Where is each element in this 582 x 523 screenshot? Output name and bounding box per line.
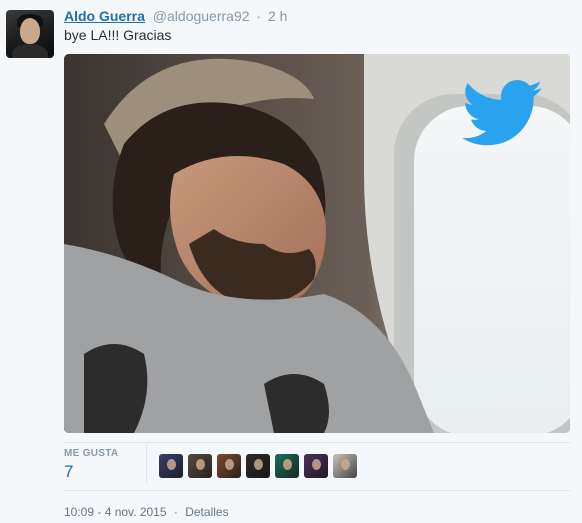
header-separator: · — [256, 8, 262, 24]
tweet-media-photo[interactable] — [64, 54, 570, 433]
liker-face — [196, 459, 205, 470]
author-avatar[interactable] — [6, 10, 54, 58]
liker-avatar-1[interactable] — [159, 454, 183, 478]
liker-avatar-7[interactable] — [333, 454, 357, 478]
stats-bottom-divider — [64, 490, 570, 491]
liker-avatar-5[interactable] — [275, 454, 299, 478]
twitter-bird-icon — [462, 80, 543, 146]
tweet-relative-time[interactable]: 2 h — [268, 8, 287, 24]
liker-avatar-2[interactable] — [188, 454, 212, 478]
tweet-header: Aldo Guerra @aldoguerra92 · 2 h — [64, 8, 287, 26]
liker-face — [254, 459, 263, 470]
author-name[interactable]: Aldo Guerra — [64, 8, 145, 24]
tweet-text: bye LA!!! Gracias — [64, 27, 172, 43]
avatar-shirt — [12, 44, 48, 58]
liker-face — [283, 459, 292, 470]
details-link[interactable]: Detalles — [185, 505, 228, 519]
liker-face — [225, 459, 234, 470]
footer-separator: · — [173, 505, 178, 519]
liker-face — [167, 459, 176, 470]
likes-count[interactable]: 7 — [64, 462, 134, 482]
liker-face — [341, 459, 350, 470]
tweet-footer: 10:09 - 4 nov. 2015 · Detalles — [64, 505, 229, 519]
liker-avatar-3[interactable] — [217, 454, 241, 478]
liker-avatar-6[interactable] — [304, 454, 328, 478]
liker-avatar-4[interactable] — [246, 454, 270, 478]
stats-vertical-divider — [146, 444, 147, 484]
avatar-face — [20, 18, 40, 44]
tweet-timestamp[interactable]: 10:09 - 4 nov. 2015 — [64, 505, 167, 519]
liker-face — [312, 459, 321, 470]
likes-stat[interactable]: ME GUSTA 7 — [64, 448, 134, 482]
stats-top-divider — [64, 442, 570, 443]
author-handle[interactable]: @aldoguerra92 — [153, 8, 250, 24]
likes-label: ME GUSTA — [64, 448, 119, 459]
